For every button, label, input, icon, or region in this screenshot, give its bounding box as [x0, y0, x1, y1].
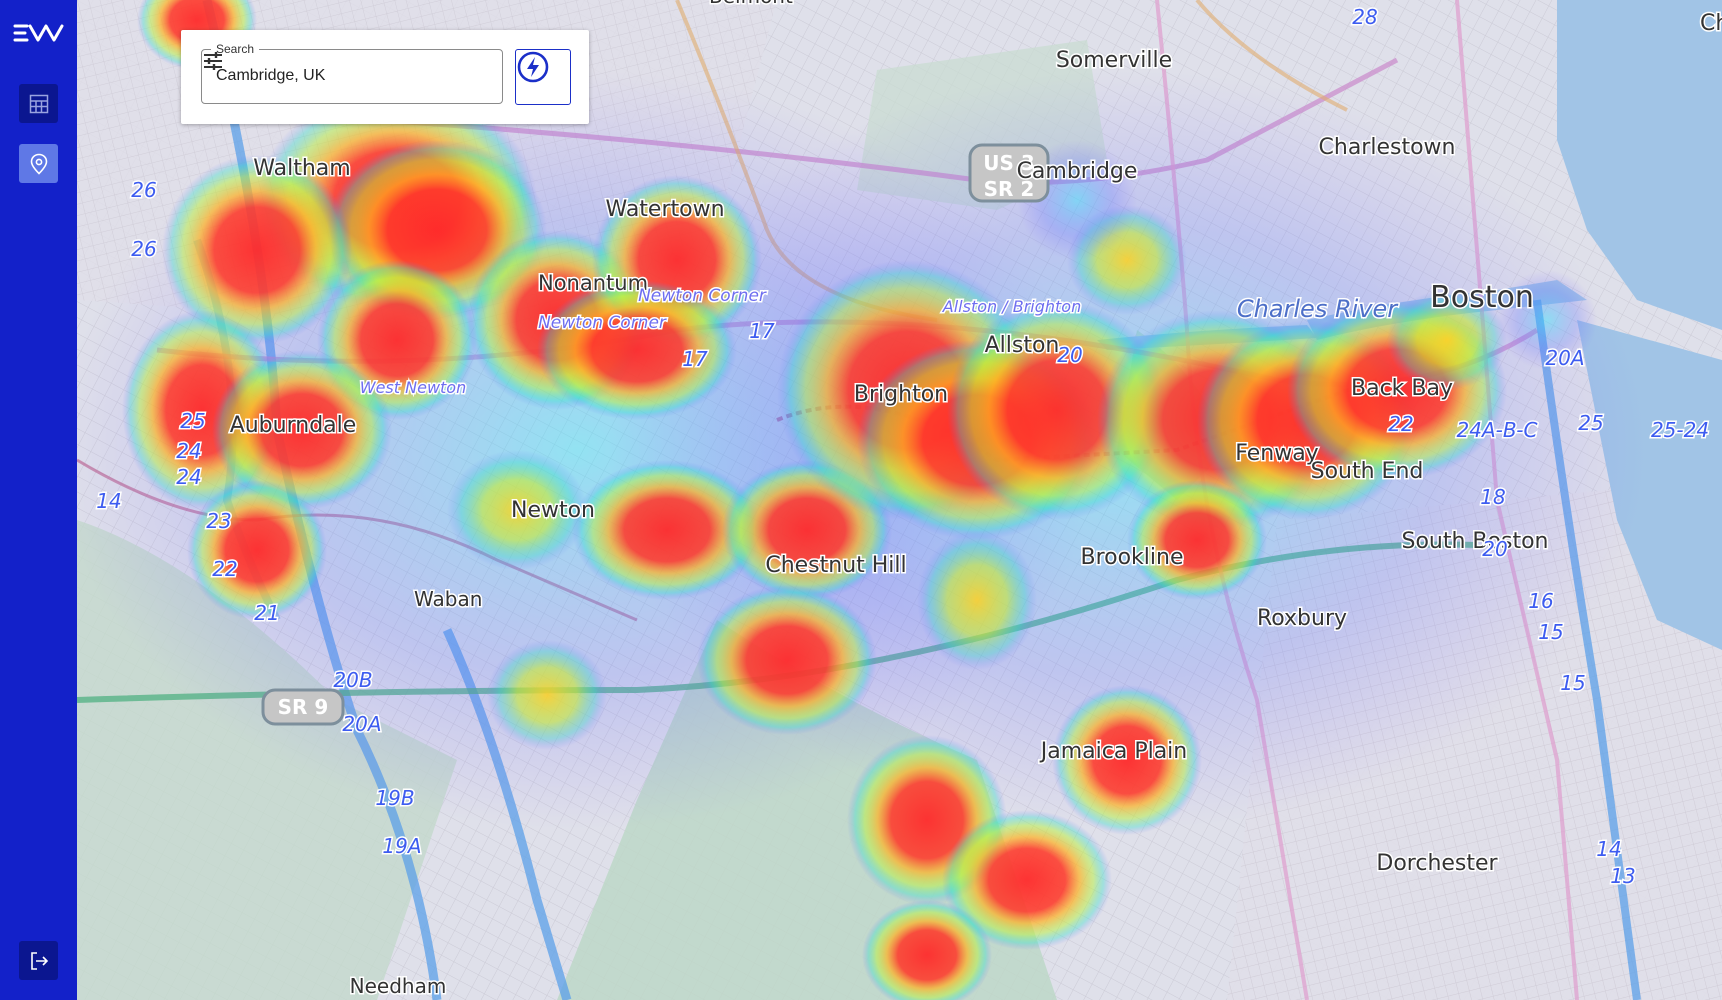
exit-number-label: 15	[1538, 620, 1563, 644]
exit-number-label: 19A	[382, 834, 421, 858]
location-pin-icon	[30, 153, 47, 175]
place-label: Newton Corner	[538, 313, 667, 333]
place-label: Fenway	[1235, 441, 1318, 466]
exit-number-label: 25	[1578, 411, 1603, 435]
place-label: West Newton	[360, 378, 466, 397]
search-panel: Search	[181, 30, 589, 124]
shield-sr9: SR 9	[261, 688, 345, 726]
place-label: Chestnut Hill	[765, 553, 906, 578]
exit-number-label: 24	[176, 439, 201, 463]
exit-number-label: 14	[96, 489, 121, 513]
map-canvas[interactable]: US 3 SR 2 SR 9 Somerville Charlestown Camb…	[77, 0, 1722, 1000]
exit-number-label: 20A	[1545, 346, 1584, 370]
place-label: Belmont	[709, 0, 793, 8]
exit-number-label: 19B	[375, 786, 414, 810]
exit-number-label: 22	[212, 557, 237, 581]
place-label: Nonantum	[538, 271, 648, 295]
ev-charge-button[interactable]	[515, 49, 571, 105]
eva-logo[interactable]	[12, 20, 66, 46]
place-label: Chels	[1700, 11, 1722, 36]
sidebar	[0, 0, 77, 1000]
place-label: Brighton	[854, 382, 948, 407]
exit-number-label: 14	[1596, 837, 1621, 861]
lightning-bolt-icon	[517, 51, 549, 83]
exit-number-label: 20B	[333, 668, 372, 692]
place-label: Charlestown	[1319, 135, 1456, 160]
place-label: Boston	[1430, 280, 1534, 315]
exit-number-label: 24A-B-C	[1457, 418, 1538, 442]
exit-number-label: 26	[131, 178, 156, 202]
exit-number-label: 20	[1057, 343, 1082, 367]
exit-number-label: 22	[1388, 412, 1413, 436]
exit-number-label: 17	[749, 319, 775, 343]
place-label: Cambridge	[1017, 159, 1138, 184]
exit-number-label: 18	[1480, 485, 1505, 509]
place-label: Allston	[985, 333, 1060, 358]
table-grid-icon	[29, 94, 48, 113]
place-label: Roxbury	[1257, 606, 1347, 631]
place-label: Newton Corner	[638, 286, 767, 306]
place-label: Allston / Brighton	[942, 297, 1081, 316]
map-svg: US 3 SR 2 SR 9 SomervilleCharlestownCamb…	[77, 0, 1722, 1000]
place-label: Somerville	[1056, 48, 1172, 73]
place-label: Jamaica Plain	[1039, 739, 1187, 764]
place-label: Watertown	[605, 197, 724, 222]
place-label: Waltham	[253, 156, 350, 181]
exit-number-label: 23	[206, 509, 231, 533]
place-label: Back Bay	[1351, 376, 1453, 401]
sidebar-item-map[interactable]	[19, 144, 58, 183]
exit-number-label: 15	[1560, 671, 1585, 695]
exit-number-label: 24	[176, 465, 201, 489]
place-label: Dorchester	[1376, 851, 1498, 876]
place-label: Auburndale	[230, 413, 357, 438]
sidebar-item-table[interactable]	[19, 84, 58, 123]
place-label: South Boston	[1402, 529, 1549, 554]
exit-number-label: 13	[1610, 864, 1635, 888]
exit-number-label: 25-24	[1651, 418, 1709, 442]
exit-number-label: 28	[1352, 5, 1377, 29]
exit-number-label: 21	[254, 601, 279, 625]
place-label: Charles River	[1237, 295, 1399, 323]
exit-number-label: 20	[1482, 537, 1507, 561]
logout-button[interactable]	[19, 941, 58, 980]
svg-text:SR 9: SR 9	[278, 695, 329, 719]
exit-number-label: 25	[180, 409, 205, 433]
place-label: South End	[1311, 459, 1424, 484]
place-label: Waban	[414, 587, 482, 611]
exit-number-label: 20A	[342, 712, 381, 736]
exit-number-label: 17	[682, 347, 708, 371]
exit-number-label: 16	[1528, 589, 1553, 613]
sliders-icon[interactable]	[202, 50, 224, 72]
place-label: Needham	[350, 974, 447, 998]
logout-icon	[30, 951, 48, 970]
search-field[interactable]: Search	[201, 42, 503, 104]
exit-number-label: 26	[131, 237, 156, 261]
search-input[interactable]	[216, 64, 456, 88]
place-label: Newton	[511, 498, 595, 523]
place-label: Brookline	[1080, 545, 1183, 570]
